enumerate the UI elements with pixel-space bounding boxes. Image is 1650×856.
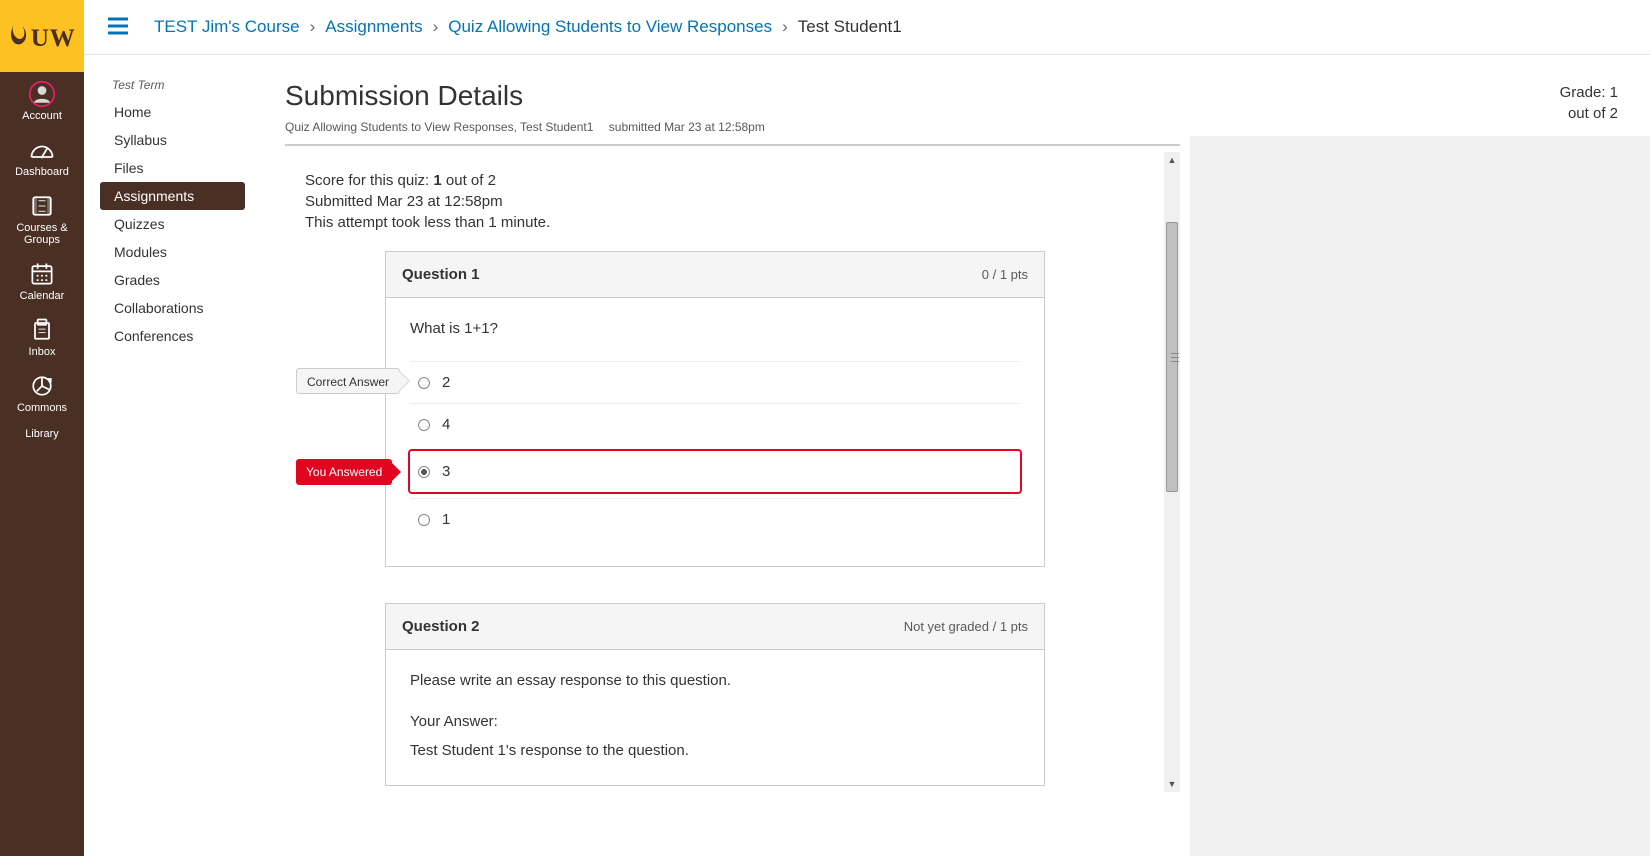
- nav-calendar[interactable]: Calendar: [0, 252, 84, 308]
- crumb-quiz[interactable]: Quiz Allowing Students to View Responses: [448, 17, 772, 37]
- answer-option: Correct Answer 2: [410, 361, 1020, 403]
- nav-library[interactable]: Library: [0, 420, 84, 446]
- radio-icon-checked: [418, 466, 430, 478]
- radio-icon: [418, 514, 430, 526]
- course-nav-quizzes[interactable]: Quizzes: [100, 210, 245, 238]
- grade-line2: out of 2: [1518, 103, 1618, 124]
- question-body: What is 1+1? Correct Answer 2 4 You Answ…: [386, 298, 1044, 566]
- nav-dashboard-label: Dashboard: [0, 166, 84, 178]
- radio-icon: [418, 419, 430, 431]
- scroll-thumb[interactable]: [1166, 222, 1178, 492]
- inbox-icon: [28, 316, 56, 344]
- institution-logo[interactable]: UW: [0, 0, 84, 72]
- answer-option-selected-wrong: You Answered 3: [408, 449, 1022, 494]
- subline-submitted: submitted Mar 23 at 12:58pm: [609, 120, 765, 134]
- you-answered-tag: You Answered: [296, 459, 392, 485]
- question-header: Question 1 0 / 1 pts: [386, 252, 1044, 298]
- question-text: What is 1+1?: [410, 320, 1020, 337]
- course-nav-assignments[interactable]: Assignments: [100, 182, 245, 210]
- crumb-sep: ›: [782, 17, 788, 37]
- answer-label: 1: [442, 511, 450, 528]
- dashboard-icon: [28, 136, 56, 164]
- nav-courses-label: Courses & Groups: [0, 222, 84, 246]
- nav-inbox-label: Inbox: [0, 346, 84, 358]
- commons-icon: [28, 372, 56, 400]
- global-nav: UW Account Dashboard Courses & Groups: [0, 0, 84, 856]
- crumb-assignments[interactable]: Assignments: [325, 17, 422, 37]
- answer-option: 4: [410, 403, 1020, 445]
- question-2: Question 2 Not yet graded / 1 pts Please…: [385, 603, 1045, 786]
- subline-quiz: Quiz Allowing Students to View Responses…: [285, 120, 593, 134]
- account-icon: [28, 80, 56, 108]
- submission-subline: Quiz Allowing Students to View Responses…: [285, 120, 1180, 134]
- answer-label: 3: [442, 463, 450, 480]
- answer-label: 2: [442, 374, 450, 391]
- right-rail: [1190, 136, 1650, 856]
- crumb-course[interactable]: TEST Jim's Course: [154, 17, 300, 37]
- nav-commons-label: Commons: [0, 402, 84, 414]
- quiz-duration-line: This attempt took less than 1 minute.: [305, 212, 1166, 233]
- course-nav-collaborations[interactable]: Collaborations: [100, 294, 245, 322]
- course-nav: Test Term Home Syllabus Files Assignment…: [100, 78, 245, 350]
- nav-courses[interactable]: Courses & Groups: [0, 184, 84, 252]
- uw-logo-icon: UW: [7, 12, 77, 60]
- quiz-meta: Score for this quiz: 1 out of 2 Submitte…: [305, 170, 1166, 233]
- crumb-sep: ›: [433, 17, 439, 37]
- page-title: Submission Details: [285, 80, 1180, 112]
- grade-line1: Grade: 1: [1518, 82, 1618, 103]
- course-nav-files[interactable]: Files: [100, 154, 245, 182]
- svg-text:UW: UW: [31, 25, 76, 52]
- nav-account[interactable]: Account: [0, 72, 84, 128]
- quiz-frame: ▲ ▼ Score for this quiz: 1 out of 2 Subm…: [285, 152, 1180, 792]
- crumb-sep: ›: [310, 17, 316, 37]
- course-nav-modules[interactable]: Modules: [100, 238, 245, 266]
- frame-scrollbar[interactable]: ▲ ▼: [1164, 152, 1180, 792]
- scroll-up-arrow[interactable]: ▲: [1164, 152, 1180, 168]
- quiz-inner: Score for this quiz: 1 out of 2 Submitte…: [285, 152, 1166, 792]
- nav-dashboard[interactable]: Dashboard: [0, 128, 84, 184]
- course-nav-toggle[interactable]: [106, 14, 130, 41]
- question-points: 0 / 1 pts: [982, 267, 1028, 282]
- course-nav-grades[interactable]: Grades: [100, 266, 245, 294]
- question-1: Question 1 0 / 1 pts What is 1+1? Correc…: [385, 251, 1045, 567]
- nav-commons[interactable]: Commons: [0, 364, 84, 420]
- correct-answer-tag: Correct Answer: [296, 368, 400, 394]
- divider: [285, 144, 1180, 146]
- question-header: Question 2 Not yet graded / 1 pts: [386, 604, 1044, 650]
- crumb-student: Test Student1: [798, 17, 902, 37]
- question-points: Not yet graded / 1 pts: [904, 619, 1028, 634]
- answer-option: 1: [410, 498, 1020, 540]
- question-title: Question 1: [402, 266, 480, 283]
- grade-summary: Grade: 1 out of 2: [1518, 82, 1618, 124]
- course-nav-conferences[interactable]: Conferences: [100, 322, 245, 350]
- question-text: Please write an essay response to this q…: [410, 672, 1020, 689]
- scroll-down-arrow[interactable]: ▼: [1164, 776, 1180, 792]
- course-nav-syllabus[interactable]: Syllabus: [100, 126, 245, 154]
- nav-calendar-label: Calendar: [0, 290, 84, 302]
- nav-inbox[interactable]: Inbox: [0, 308, 84, 364]
- breadcrumb-bar: TEST Jim's Course › Assignments › Quiz A…: [84, 0, 1650, 55]
- courses-icon: [28, 192, 56, 220]
- nav-account-label: Account: [0, 110, 84, 122]
- question-body: Please write an essay response to this q…: [386, 650, 1044, 785]
- quiz-score-line: Score for this quiz: 1 out of 2: [305, 170, 1166, 191]
- nav-library-label: Library: [0, 428, 84, 440]
- essay-response: Test Student 1's response to the questio…: [410, 742, 1020, 759]
- answer-label: 4: [442, 416, 450, 433]
- question-title: Question 2: [402, 618, 480, 635]
- hamburger-icon: [106, 14, 130, 38]
- course-nav-home[interactable]: Home: [100, 98, 245, 126]
- calendar-icon: [28, 260, 56, 288]
- course-term: Test Term: [100, 78, 245, 92]
- main-content: Submission Details Quiz Allowing Student…: [285, 80, 1180, 792]
- radio-icon: [418, 377, 430, 389]
- quiz-submitted-line: Submitted Mar 23 at 12:58pm: [305, 191, 1166, 212]
- your-answer-label: Your Answer:: [410, 713, 1020, 730]
